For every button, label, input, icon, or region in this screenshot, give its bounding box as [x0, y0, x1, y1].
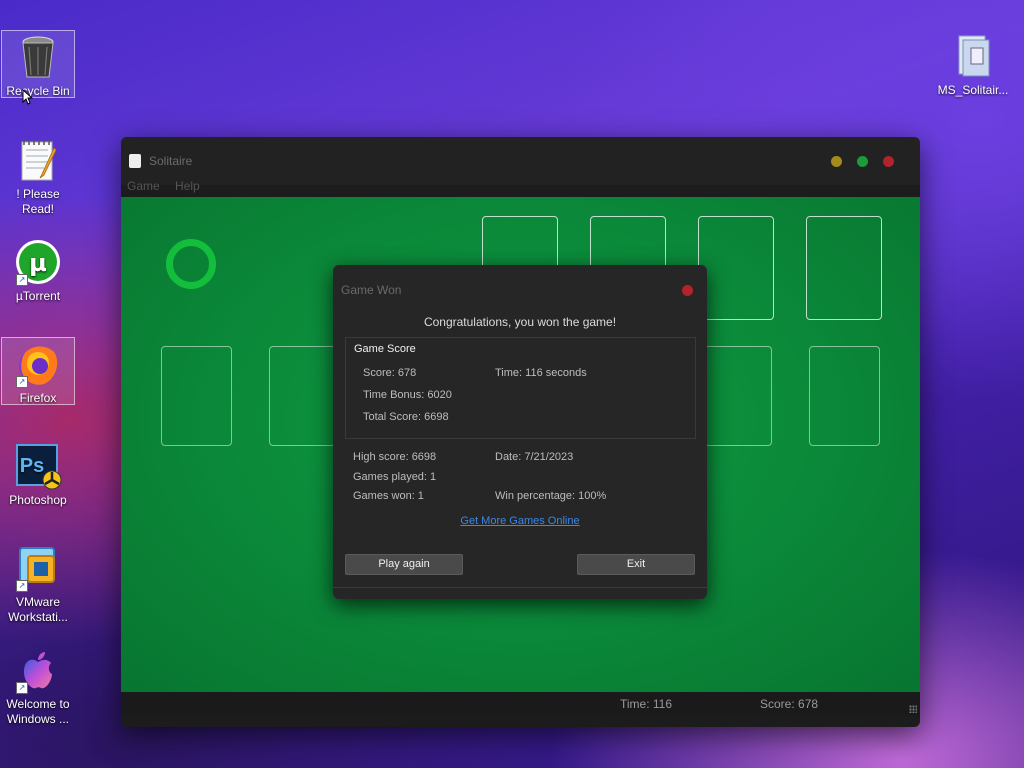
shortcut-arrow-icon: ↗ [16, 580, 28, 592]
utorrent-icon: µ ↗ [14, 238, 62, 286]
solitaire-app-icon [129, 154, 141, 168]
tableau-slot[interactable] [701, 346, 772, 446]
menu-bar: Game Help [127, 179, 212, 193]
desktop-icon-label: µTorrent [15, 289, 61, 303]
notepad-icon [14, 136, 62, 184]
shortcut-arrow-icon: ↗ [16, 376, 28, 388]
menu-game[interactable]: Game [127, 179, 160, 193]
tableau-slot[interactable] [269, 346, 340, 446]
photoshop-icon: Ps [14, 442, 62, 490]
time-bonus-value: Time Bonus: 6020 [363, 389, 452, 401]
shortcut-arrow-icon: ↗ [16, 682, 28, 694]
desktop-icon-firefox[interactable]: ↗ Firefox [1, 337, 75, 405]
game-score-header: Game Score [354, 343, 416, 355]
win-percentage-value: Win percentage: 100% [495, 490, 607, 502]
vmware-icon: ↗ [14, 544, 62, 592]
apple-icon: ↗ [14, 646, 62, 694]
foundation-slot[interactable] [698, 216, 774, 320]
close-button[interactable] [883, 156, 894, 167]
desktop-icon-label: Recycle Bin [6, 84, 70, 98]
desktop-icon-label: Firefox [19, 391, 57, 405]
games-won-value: Games won: 1 [353, 490, 424, 502]
tableau-slot[interactable] [161, 346, 232, 446]
games-played-value: Games played: 1 [353, 471, 437, 483]
tableau-slot[interactable] [809, 346, 880, 446]
desktop-icon-photoshop[interactable]: Ps Photoshop [1, 440, 75, 508]
recycle-bin-icon [14, 33, 62, 81]
get-more-games-link[interactable]: Get More Games Online [333, 515, 707, 527]
desktop-icon-vmware[interactable]: ↗ VMware Workstati... [1, 542, 75, 625]
firefox-icon: ↗ [14, 340, 62, 388]
status-time: Time: 116 [620, 697, 673, 711]
total-score-value: Total Score: 6698 [363, 411, 449, 423]
time-value: Time: 116 seconds [495, 367, 587, 379]
minimize-button[interactable] [831, 156, 842, 167]
desktop-icon-please-read[interactable]: ! Please Read! [1, 134, 75, 217]
window-title: Solitaire [149, 154, 193, 168]
desktop-icon-welcome[interactable]: ↗ Welcome to Windows ... [1, 644, 75, 727]
status-bar: Time: 116 Score: 678 [121, 692, 920, 716]
folder-icon [949, 32, 997, 80]
desktop-icon-label: Welcome to Windows ... [6, 697, 70, 726]
shortcut-arrow-icon: ↗ [16, 274, 28, 286]
mouse-cursor-icon [22, 89, 34, 105]
dialog-title: Game Won [341, 283, 402, 297]
desktop-icon-utorrent[interactable]: µ ↗ µTorrent [1, 236, 75, 304]
dialog-divider [333, 587, 707, 588]
stock-recycle-icon[interactable] [166, 239, 216, 289]
score-value: Score: 678 [363, 367, 417, 379]
game-won-dialog: Game Won Congratulations, you won the ga… [333, 265, 707, 599]
status-score: Score: 678 [760, 697, 819, 711]
high-score-value: High score: 6698 [353, 451, 437, 463]
game-score-group: Game Score Score: 678 Time: 116 seconds … [345, 337, 696, 439]
foundation-slot[interactable] [806, 216, 882, 320]
desktop-icon-label: MS_Solitair... [937, 83, 1009, 97]
maximize-button[interactable] [857, 156, 868, 167]
exit-button[interactable]: Exit [577, 554, 695, 575]
congrats-message: Congratulations, you won the game! [423, 315, 617, 329]
desktop-icon-label: Photoshop [9, 493, 67, 507]
resize-grip-icon[interactable] [909, 705, 917, 713]
dialog-close-button[interactable] [682, 285, 693, 296]
date-value: Date: 7/21/2023 [495, 451, 574, 463]
svg-text:Ps: Ps [20, 455, 44, 477]
title-bar: Solitaire Game Help [121, 137, 920, 193]
play-again-button[interactable]: Play again [345, 554, 463, 575]
svg-text:µ: µ [29, 249, 47, 277]
desktop-icon-ms-solitaire-folder[interactable]: MS_Solitair... [936, 30, 1010, 98]
desktop-icon-label: ! Please Read! [16, 187, 60, 216]
desktop-icon-label: VMware Workstati... [8, 595, 68, 624]
menu-help[interactable]: Help [175, 179, 200, 193]
desktop-icon-recycle-bin[interactable]: Recycle Bin [1, 30, 75, 98]
